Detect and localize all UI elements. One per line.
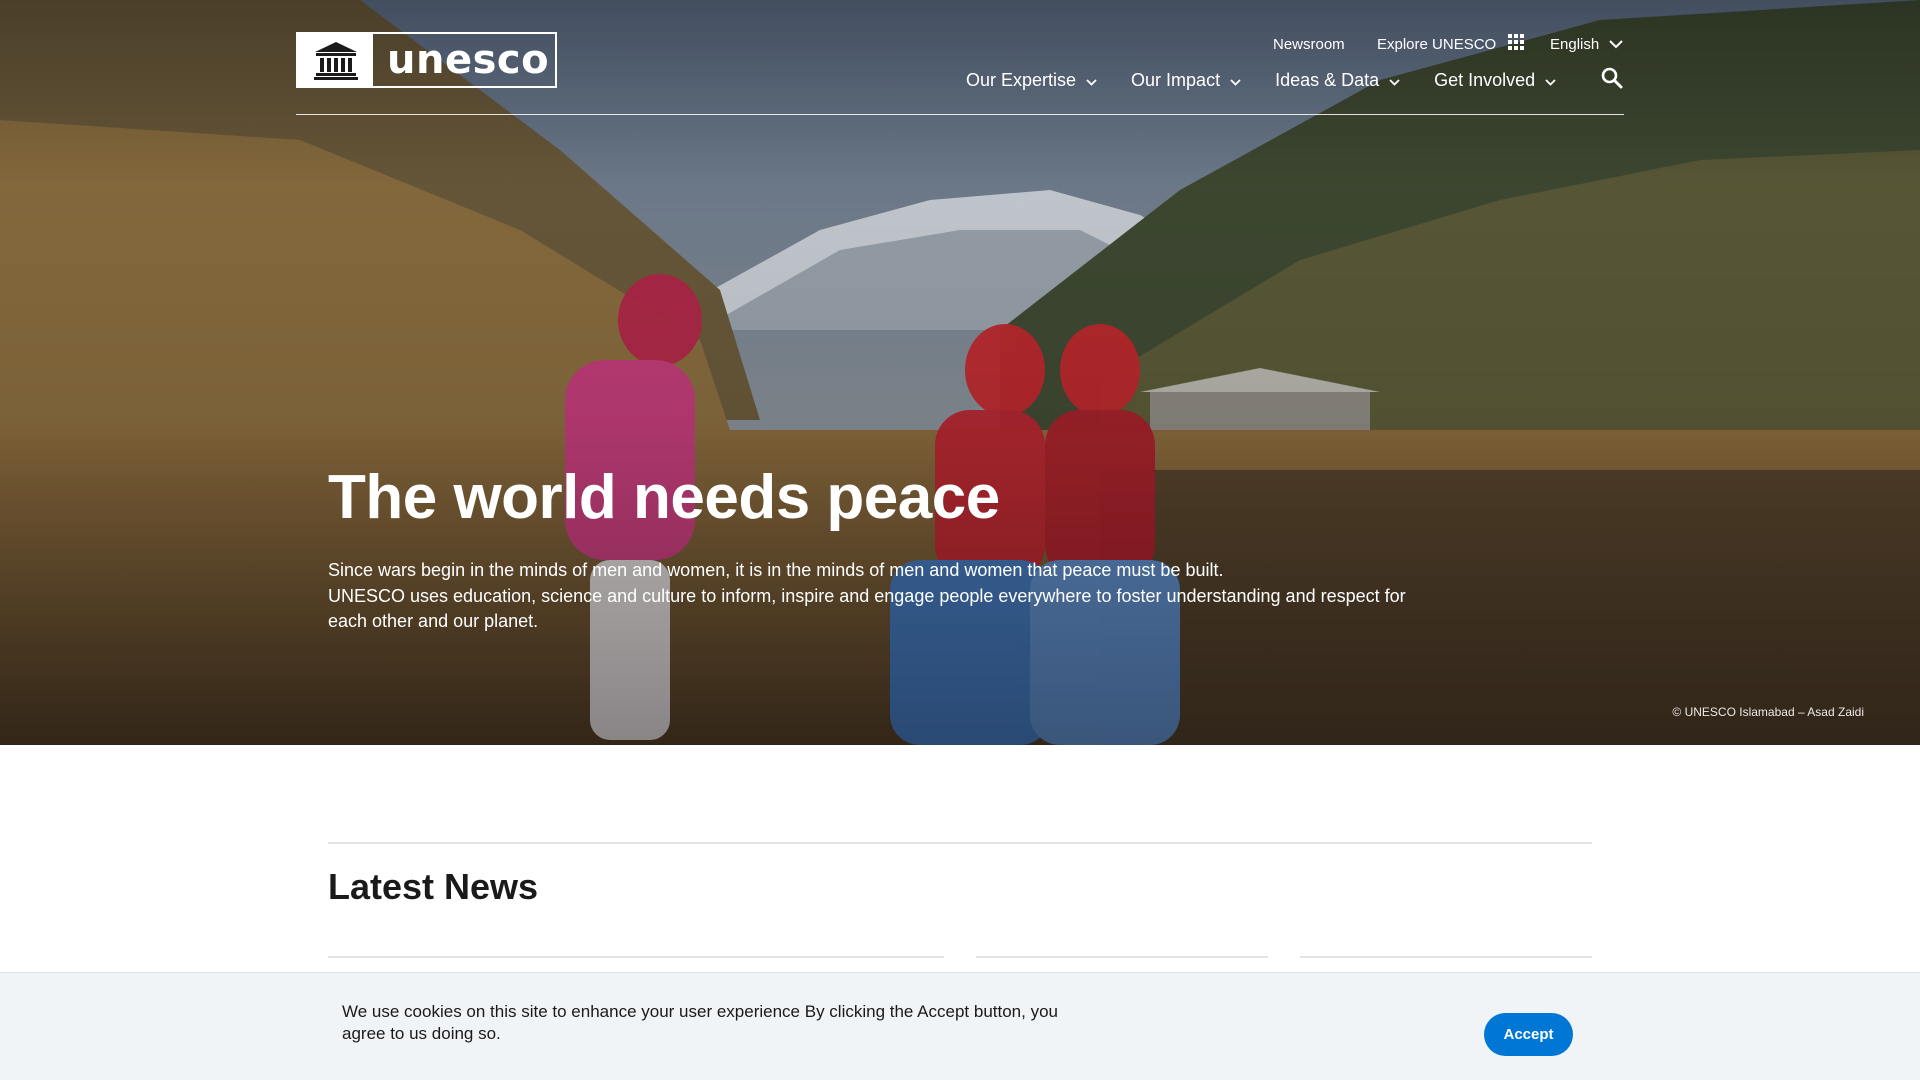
search-icon [1601, 67, 1623, 93]
accept-button[interactable]: Accept [1484, 1013, 1573, 1056]
language-selector[interactable]: English [1550, 33, 1623, 55]
nav-item-ideas-data[interactable]: Ideas & Data [1275, 70, 1400, 91]
nav-item-label: Our Impact [1131, 69, 1221, 90]
header-divider [296, 114, 1624, 115]
chevron-down-icon [1545, 70, 1556, 91]
newsroom-link[interactable]: Newsroom [1273, 33, 1345, 55]
section-divider [328, 842, 1592, 844]
hero-description-line-2: UNESCO uses education, science and cultu… [328, 585, 1406, 632]
main-nav: Our Expertise Our Impact Ideas & Data Ge… [966, 66, 1590, 94]
search-button[interactable] [1601, 67, 1625, 91]
news-card-divider [1300, 956, 1592, 958]
logo-wordmark: unesco [387, 37, 550, 83]
explore-unesco-label: Explore UNESCO [1377, 35, 1497, 53]
unesco-logo[interactable]: unesco [296, 32, 557, 88]
unesco-temple-emblem-icon [298, 34, 373, 86]
news-card-divider [328, 956, 944, 958]
hero-title: The world needs peace [328, 463, 1000, 532]
nav-item-label: Our Expertise [966, 69, 1077, 90]
cookie-banner: We use cookies on this site to enhance y… [0, 972, 1920, 1080]
nav-item-label: Ideas & Data [1275, 69, 1380, 90]
newsroom-label: Newsroom [1273, 35, 1345, 53]
hero-description-line-1: Since wars begin in the minds of men and… [328, 560, 1224, 580]
latest-news-title: Latest News [328, 866, 539, 907]
explore-unesco-link[interactable]: Explore UNESCO [1377, 33, 1525, 55]
chevron-down-icon [1086, 70, 1097, 91]
nav-item-label: Get Involved [1434, 69, 1536, 90]
cookie-message: We use cookies on this site to enhance y… [342, 1002, 1058, 1043]
nav-item-get-involved[interactable]: Get Involved [1434, 70, 1556, 91]
language-label: English [1550, 35, 1600, 53]
nav-item-our-expertise[interactable]: Our Expertise [966, 70, 1097, 91]
news-card-divider [976, 956, 1268, 958]
chevron-down-icon [1230, 70, 1241, 91]
photo-credit: © UNESCO Islamabad – Asad Zaidi [1672, 705, 1864, 719]
chevron-down-icon [1609, 36, 1623, 53]
hero-description: Since wars begin in the minds of men and… [328, 558, 1408, 635]
hero-section: unesco Newsroom Explore UNESCO English O… [0, 0, 1920, 745]
apps-grid-icon [1508, 34, 1525, 54]
chevron-down-icon [1389, 70, 1400, 91]
nav-item-our-impact[interactable]: Our Impact [1131, 70, 1241, 91]
